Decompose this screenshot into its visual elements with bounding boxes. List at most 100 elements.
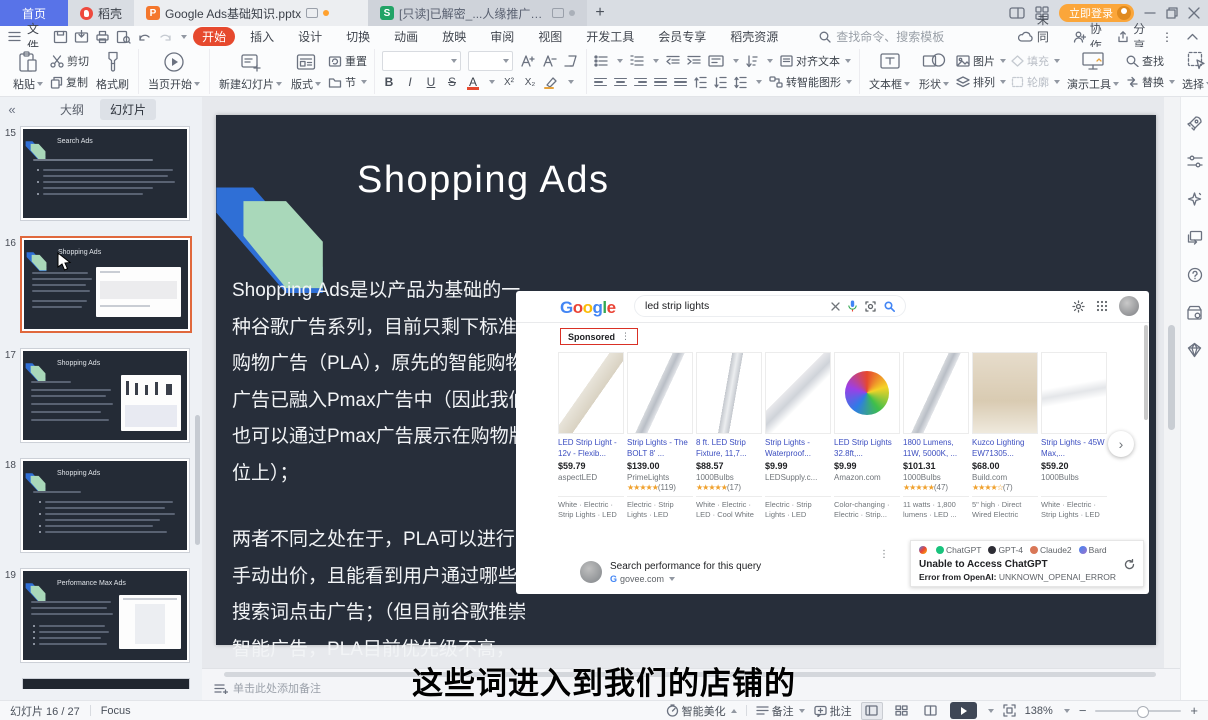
text-box-button[interactable]: 文本框 <box>867 49 912 94</box>
fit-slide-icon[interactable] <box>1003 704 1016 717</box>
format-painter-button[interactable]: 格式刷 <box>94 49 131 94</box>
comment-bubble-icon[interactable] <box>552 8 564 18</box>
print-icon[interactable] <box>95 30 110 44</box>
google-search-input[interactable]: led strip lights <box>634 295 906 317</box>
chatgpt-extension-widget[interactable]: ChatGPT GPT-4 Claude2 Bard Unable to Acc… <box>910 540 1144 587</box>
comments-button[interactable]: 批注 <box>814 701 852 720</box>
google-account-avatar[interactable] <box>1119 296 1139 316</box>
product-title[interactable]: LED Strip Light - 12v - Flexib... <box>558 438 624 459</box>
voice-search-icon[interactable] <box>848 300 857 312</box>
fill-button[interactable]: 填充 <box>1011 51 1060 71</box>
redo-icon[interactable] <box>158 31 173 43</box>
align-right-icon[interactable] <box>634 76 647 89</box>
ribbon-tab-view[interactable]: 视图 <box>529 27 571 46</box>
product-card-8[interactable]: Strip Lights - 45W Max,... $59.20 1000Bu… <box>1041 352 1107 520</box>
decrease-font-icon[interactable] <box>542 54 557 68</box>
slide-thumbnail-18[interactable]: 18 Shopping Ads <box>0 458 202 553</box>
product-card-4[interactable]: Strip Lights - Waterproof... $9.99 LEDSu… <box>765 352 831 520</box>
ribbon-tab-insert[interactable]: 插入 <box>241 27 283 46</box>
product-title[interactable]: LED Strip Lights 32.8ft,... <box>834 438 900 459</box>
carousel-next-button[interactable]: › <box>1108 431 1134 457</box>
zoom-slider-knob[interactable] <box>1137 706 1149 718</box>
tab-slides[interactable]: 幻灯片 <box>100 99 156 120</box>
product-title[interactable]: Strip Lights - 45W Max,... <box>1041 438 1107 459</box>
slide-body-text[interactable]: Shopping Ads是以产品为基础的一种谷歌广告系列，目前只剩下标准购物广告… <box>232 273 528 668</box>
undo-icon[interactable] <box>137 31 152 43</box>
notes-button[interactable]: 备注 <box>756 701 805 720</box>
outline-button[interactable]: 轮廓 <box>1011 72 1060 92</box>
play-from-current-button[interactable]: 当页开始 <box>146 49 202 94</box>
select-button[interactable]: 选择 <box>1180 49 1208 94</box>
slide-thumbnail-19[interactable]: 19 Performance Max Ads <box>0 568 202 663</box>
line-spacing-down-icon[interactable] <box>714 76 727 89</box>
hamburger-icon[interactable] <box>8 31 21 42</box>
site-url[interactable]: govee.com <box>620 574 664 584</box>
clear-format-icon[interactable] <box>564 54 579 68</box>
numbered-list-icon[interactable] <box>630 55 644 67</box>
more-options-icon[interactable]: ⋮ <box>1161 30 1173 44</box>
ai-tab-claude2[interactable]: Claude2 <box>1030 545 1072 555</box>
zoom-out-button[interactable]: − <box>1079 703 1087 718</box>
ribbon-tab-docer-resource[interactable]: 稻壳资源 <box>721 27 787 46</box>
switch-window-icon[interactable] <box>1187 230 1203 245</box>
underline-button[interactable]: U <box>424 75 438 89</box>
ribbon-tab-home[interactable]: 开始 <box>193 27 235 46</box>
site-dropdown-icon[interactable] <box>669 577 675 581</box>
increase-indent-icon[interactable] <box>687 55 701 67</box>
replace-button[interactable]: 替换 <box>1126 72 1175 92</box>
convert-smartart-button[interactable]: 转智能图形 <box>769 72 852 92</box>
product-card-2[interactable]: Strip Lights - The BOLT 8' ... $139.00 P… <box>627 352 693 520</box>
shapes-button[interactable]: 形状 <box>917 49 951 94</box>
arrange-button[interactable]: 排列 <box>956 72 1006 92</box>
bold-button[interactable]: B <box>382 75 396 89</box>
tab-document-presentation[interactable]: P Google Ads基础知识.pptx <box>134 0 368 26</box>
collapse-ribbon-icon[interactable] <box>1187 33 1198 40</box>
new-slide-button[interactable]: 新建幻灯片 <box>217 49 284 94</box>
product-card-1[interactable]: LED Strip Light - 12v - Flexib... $59.79… <box>558 352 624 520</box>
align-center-icon[interactable] <box>614 76 627 89</box>
slide-sorter-view-button[interactable] <box>892 703 912 719</box>
result-kebab-icon[interactable]: ⋮ <box>879 549 889 560</box>
settings-gear-icon[interactable] <box>1072 300 1085 313</box>
slide-title[interactable]: Shopping Ads <box>357 159 610 202</box>
google-apps-grid-icon[interactable] <box>1096 300 1108 312</box>
smart-beautify-button[interactable]: 智能美化 <box>666 701 737 720</box>
font-color-button[interactable]: A <box>466 75 480 89</box>
sort-text-icon[interactable] <box>746 55 758 68</box>
zoom-slider[interactable] <box>1095 710 1181 712</box>
play-options-dropdown[interactable] <box>988 709 994 713</box>
paste-button[interactable]: 粘贴 <box>11 49 45 94</box>
font-size-select[interactable] <box>468 51 513 71</box>
decrease-indent-icon[interactable] <box>666 55 680 67</box>
presentation-tools-button[interactable]: 演示工具 <box>1065 49 1121 94</box>
notes-input[interactable]: 单击此处添加备注 <box>214 680 321 696</box>
product-card-5[interactable]: LED Strip Lights 32.8ft,... $9.99 Amazon… <box>834 352 900 520</box>
panel-scrollbar[interactable] <box>195 415 200 545</box>
increase-font-icon[interactable] <box>520 54 535 68</box>
product-card-7[interactable]: Kuzco Lighting EW71305... $68.00 Build.c… <box>972 352 1038 520</box>
zoom-in-button[interactable]: + <box>1190 703 1198 718</box>
print-preview-icon[interactable] <box>116 30 131 44</box>
object-properties-icon[interactable] <box>1187 154 1203 169</box>
line-spacing-up-icon[interactable] <box>694 76 707 89</box>
new-tab-button[interactable]: + <box>587 0 613 26</box>
google-shopping-screenshot[interactable]: Google led strip lights <box>516 291 1149 594</box>
canvas-scrollbar-track[interactable] <box>1164 97 1180 668</box>
picture-button[interactable]: 图片 <box>956 51 1006 71</box>
ribbon-tab-transition[interactable]: 切换 <box>337 27 379 46</box>
ribbon-tab-slideshow[interactable]: 放映 <box>433 27 475 46</box>
ribbon-tab-design[interactable]: 设计 <box>289 27 331 46</box>
slideshow-play-button[interactable] <box>950 702 977 719</box>
quickbar-dropdown-icon[interactable] <box>181 35 187 39</box>
clear-search-icon[interactable] <box>831 302 840 311</box>
product-title[interactable]: Strip Lights - The BOLT 8' ... <box>627 438 693 459</box>
reset-button[interactable]: 重置 <box>328 51 367 71</box>
align-justify-icon[interactable] <box>654 76 667 89</box>
smart-beautify-icon[interactable] <box>1186 191 1203 208</box>
superscript-button[interactable]: X² <box>502 77 516 88</box>
slide-thumbnail-17[interactable]: 17 Shopping Ads <box>0 348 202 443</box>
tab-outline[interactable]: 大纲 <box>50 99 94 120</box>
product-card-3[interactable]: 8 ft. LED Strip Fixture, 11,7... $88.57 … <box>696 352 762 520</box>
refresh-icon[interactable] <box>1124 559 1135 570</box>
line-spacing-icon[interactable] <box>734 76 747 89</box>
